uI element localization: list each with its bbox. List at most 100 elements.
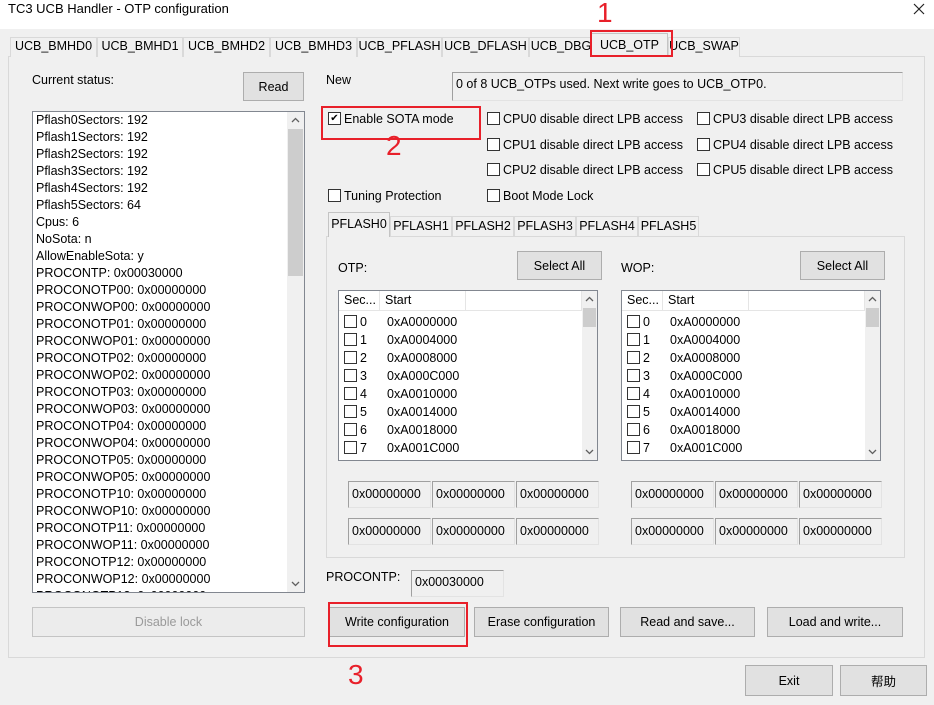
- cpu5-lpb-checkbox[interactable]: [697, 163, 710, 176]
- wop-sector-row[interactable]: 5 0xA0014000: [622, 403, 865, 421]
- wop-sector-checkbox[interactable]: [627, 315, 640, 328]
- status-scrollbar-up-button[interactable]: [287, 112, 304, 128]
- wop-select-all-button[interactable]: Select All: [800, 251, 885, 280]
- status-list-item[interactable]: PROCONOTP05: 0x00000000: [36, 452, 206, 469]
- wop-scrollbar-down-button[interactable]: [865, 444, 880, 460]
- otp-sector-checkbox[interactable]: [344, 315, 357, 328]
- status-list-item[interactable]: PROCONWOP01: 0x00000000: [36, 333, 210, 350]
- otp-scrollbar-up-button[interactable]: [582, 291, 597, 307]
- cpu3-lpb-checkbox[interactable]: [697, 112, 710, 125]
- status-list[interactable]: Pflash0Sectors: 192 Pflash1Sectors: 192 Pf…: [32, 111, 305, 593]
- tab-ucb-bmhd1[interactable]: UCB_BMHD1: [97, 37, 183, 57]
- cpu4-lpb-checkbox[interactable]: [697, 138, 710, 151]
- status-list-item[interactable]: Pflash1Sectors: 192: [36, 129, 148, 146]
- wop-scrollbar-up-button[interactable]: [865, 291, 880, 307]
- status-list-item[interactable]: Pflash0Sectors: 192: [36, 112, 148, 129]
- cpu1-lpb-checkbox[interactable]: [487, 138, 500, 151]
- status-scrollbar[interactable]: [287, 112, 304, 592]
- cpu2-lpb-label[interactable]: CPU2 disable direct LPB access: [503, 162, 683, 178]
- help-button[interactable]: 帮助: [840, 665, 927, 696]
- cpu0-lpb-label[interactable]: CPU0 disable direct LPB access: [503, 111, 683, 127]
- status-list-item[interactable]: Pflash4Sectors: 192: [36, 180, 148, 197]
- status-list-item[interactable]: Pflash3Sectors: 192: [36, 163, 148, 180]
- otp-sector-row[interactable]: 0 0xA0000000: [339, 313, 582, 331]
- boot-mode-lock-checkbox[interactable]: [487, 189, 500, 202]
- wop-sector-row[interactable]: 0 0xA0000000: [622, 313, 865, 331]
- wop-scrollbar-thumb[interactable]: [866, 308, 879, 327]
- wop-sector-checkbox[interactable]: [627, 405, 640, 418]
- otp-sector-checkbox[interactable]: [344, 423, 357, 436]
- status-list-item[interactable]: Pflash5Sectors: 64: [36, 197, 141, 214]
- tuning-protection-label[interactable]: Tuning Protection: [344, 188, 442, 204]
- tab-pflash3[interactable]: PFLASH3: [514, 216, 576, 236]
- otp-sector-row[interactable]: 3 0xA000C000: [339, 367, 582, 385]
- status-list-item[interactable]: PROCONOTP02: 0x00000000: [36, 350, 206, 367]
- otp-sector-checkbox[interactable]: [344, 351, 357, 364]
- otp-sector-row[interactable]: 1 0xA0004000: [339, 331, 582, 349]
- column-header-sec[interactable]: Sec...: [622, 291, 663, 311]
- wop-sector-checkbox[interactable]: [627, 423, 640, 436]
- status-list-item[interactable]: PROCONOTP04: 0x00000000: [36, 418, 206, 435]
- status-list-item[interactable]: AllowEnableSota: y: [36, 248, 144, 265]
- status-list-item[interactable]: PROCONOTP01: 0x00000000: [36, 316, 206, 333]
- exit-button[interactable]: Exit: [745, 665, 833, 696]
- wop-sector-row[interactable]: 1 0xA0004000: [622, 331, 865, 349]
- status-list-item[interactable]: Cpus: 6: [36, 214, 79, 231]
- wop-sector-row[interactable]: 3 0xA000C000: [622, 367, 865, 385]
- cpu1-lpb-label[interactable]: CPU1 disable direct LPB access: [503, 137, 683, 153]
- status-list-item[interactable]: PROCONWOP05: 0x00000000: [36, 469, 210, 486]
- wop-sector-row[interactable]: 7 0xA001C000: [622, 439, 865, 457]
- tab-pflash1[interactable]: PFLASH1: [390, 216, 452, 236]
- tab-ucb-dbg[interactable]: UCB_DBG: [529, 37, 593, 57]
- cpu0-lpb-checkbox[interactable]: [487, 112, 500, 125]
- otp-sector-checkbox[interactable]: [344, 441, 357, 454]
- status-list-item[interactable]: PROCONWOP00: 0x00000000: [36, 299, 210, 316]
- wop-sector-checkbox[interactable]: [627, 441, 640, 454]
- tab-ucb-bmhd0[interactable]: UCB_BMHD0: [10, 37, 97, 57]
- status-list-item[interactable]: PROCONWOP12: 0x00000000: [36, 571, 210, 588]
- otp-sector-checkbox[interactable]: [344, 369, 357, 382]
- otp-sector-row[interactable]: 5 0xA0014000: [339, 403, 582, 421]
- status-list-item[interactable]: Pflash2Sectors: 192: [36, 146, 148, 163]
- wop-sector-row[interactable]: 6 0xA0018000: [622, 421, 865, 439]
- tuning-protection-checkbox[interactable]: [328, 189, 341, 202]
- cpu3-lpb-label[interactable]: CPU3 disable direct LPB access: [713, 111, 893, 127]
- status-list-item[interactable]: PROCONOTP00: 0x00000000: [36, 282, 206, 299]
- otp-sector-list[interactable]: Sec... Start 0 0xA0000000 1 0xA0004000 2 0xA000…: [338, 290, 598, 461]
- wop-scrollbar[interactable]: [865, 291, 880, 460]
- disable-lock-button[interactable]: Disable lock: [32, 607, 305, 637]
- tab-pflash0[interactable]: PFLASH0: [328, 212, 390, 237]
- tab-ucb-pflash[interactable]: UCB_PFLASH: [357, 37, 442, 57]
- column-header-start[interactable]: Start: [380, 291, 466, 311]
- column-header-blank[interactable]: [749, 291, 865, 311]
- cpu2-lpb-checkbox[interactable]: [487, 163, 500, 176]
- load-and-write-button[interactable]: Load and write...: [767, 607, 903, 637]
- otp-select-all-button[interactable]: Select All: [517, 251, 602, 280]
- status-scrollbar-down-button[interactable]: [287, 576, 304, 592]
- tab-ucb-swap[interactable]: UCB_SWAP: [668, 37, 740, 57]
- tab-ucb-bmhd2[interactable]: UCB_BMHD2: [183, 37, 270, 57]
- status-list-item[interactable]: PROCONWOP03: 0x00000000: [36, 401, 210, 418]
- otp-scrollbar-down-button[interactable]: [582, 444, 597, 460]
- otp-sector-checkbox[interactable]: [344, 387, 357, 400]
- wop-sector-checkbox[interactable]: [627, 351, 640, 364]
- otp-scrollbar-thumb[interactable]: [583, 308, 596, 327]
- status-list-item[interactable]: PROCONTP: 0x00030000: [36, 265, 183, 282]
- wop-sector-row[interactable]: 2 0xA0008000: [622, 349, 865, 367]
- otp-sector-row[interactable]: 4 0xA0010000: [339, 385, 582, 403]
- tab-pflash5[interactable]: PFLASH5: [638, 216, 699, 236]
- column-header-blank[interactable]: [466, 291, 582, 311]
- cpu5-lpb-label[interactable]: CPU5 disable direct LPB access: [713, 162, 893, 178]
- status-list-item[interactable]: NoSota: n: [36, 231, 92, 248]
- tab-ucb-dflash[interactable]: UCB_DFLASH: [442, 37, 529, 57]
- cpu4-lpb-label[interactable]: CPU4 disable direct LPB access: [713, 137, 893, 153]
- status-scrollbar-thumb[interactable]: [288, 129, 303, 276]
- column-header-sec[interactable]: Sec...: [339, 291, 380, 311]
- status-list-item[interactable]: PROCONOTP12: 0x00000000: [36, 554, 206, 571]
- otp-sector-row[interactable]: 6 0xA0018000: [339, 421, 582, 439]
- status-list-item[interactable]: PROCONOTP10: 0x00000000: [36, 486, 206, 503]
- wop-sector-checkbox[interactable]: [627, 369, 640, 382]
- status-list-item[interactable]: PROCONOTP13: 0x00000000: [36, 588, 206, 592]
- column-header-start[interactable]: Start: [663, 291, 749, 311]
- read-and-save-button[interactable]: Read and save...: [620, 607, 755, 637]
